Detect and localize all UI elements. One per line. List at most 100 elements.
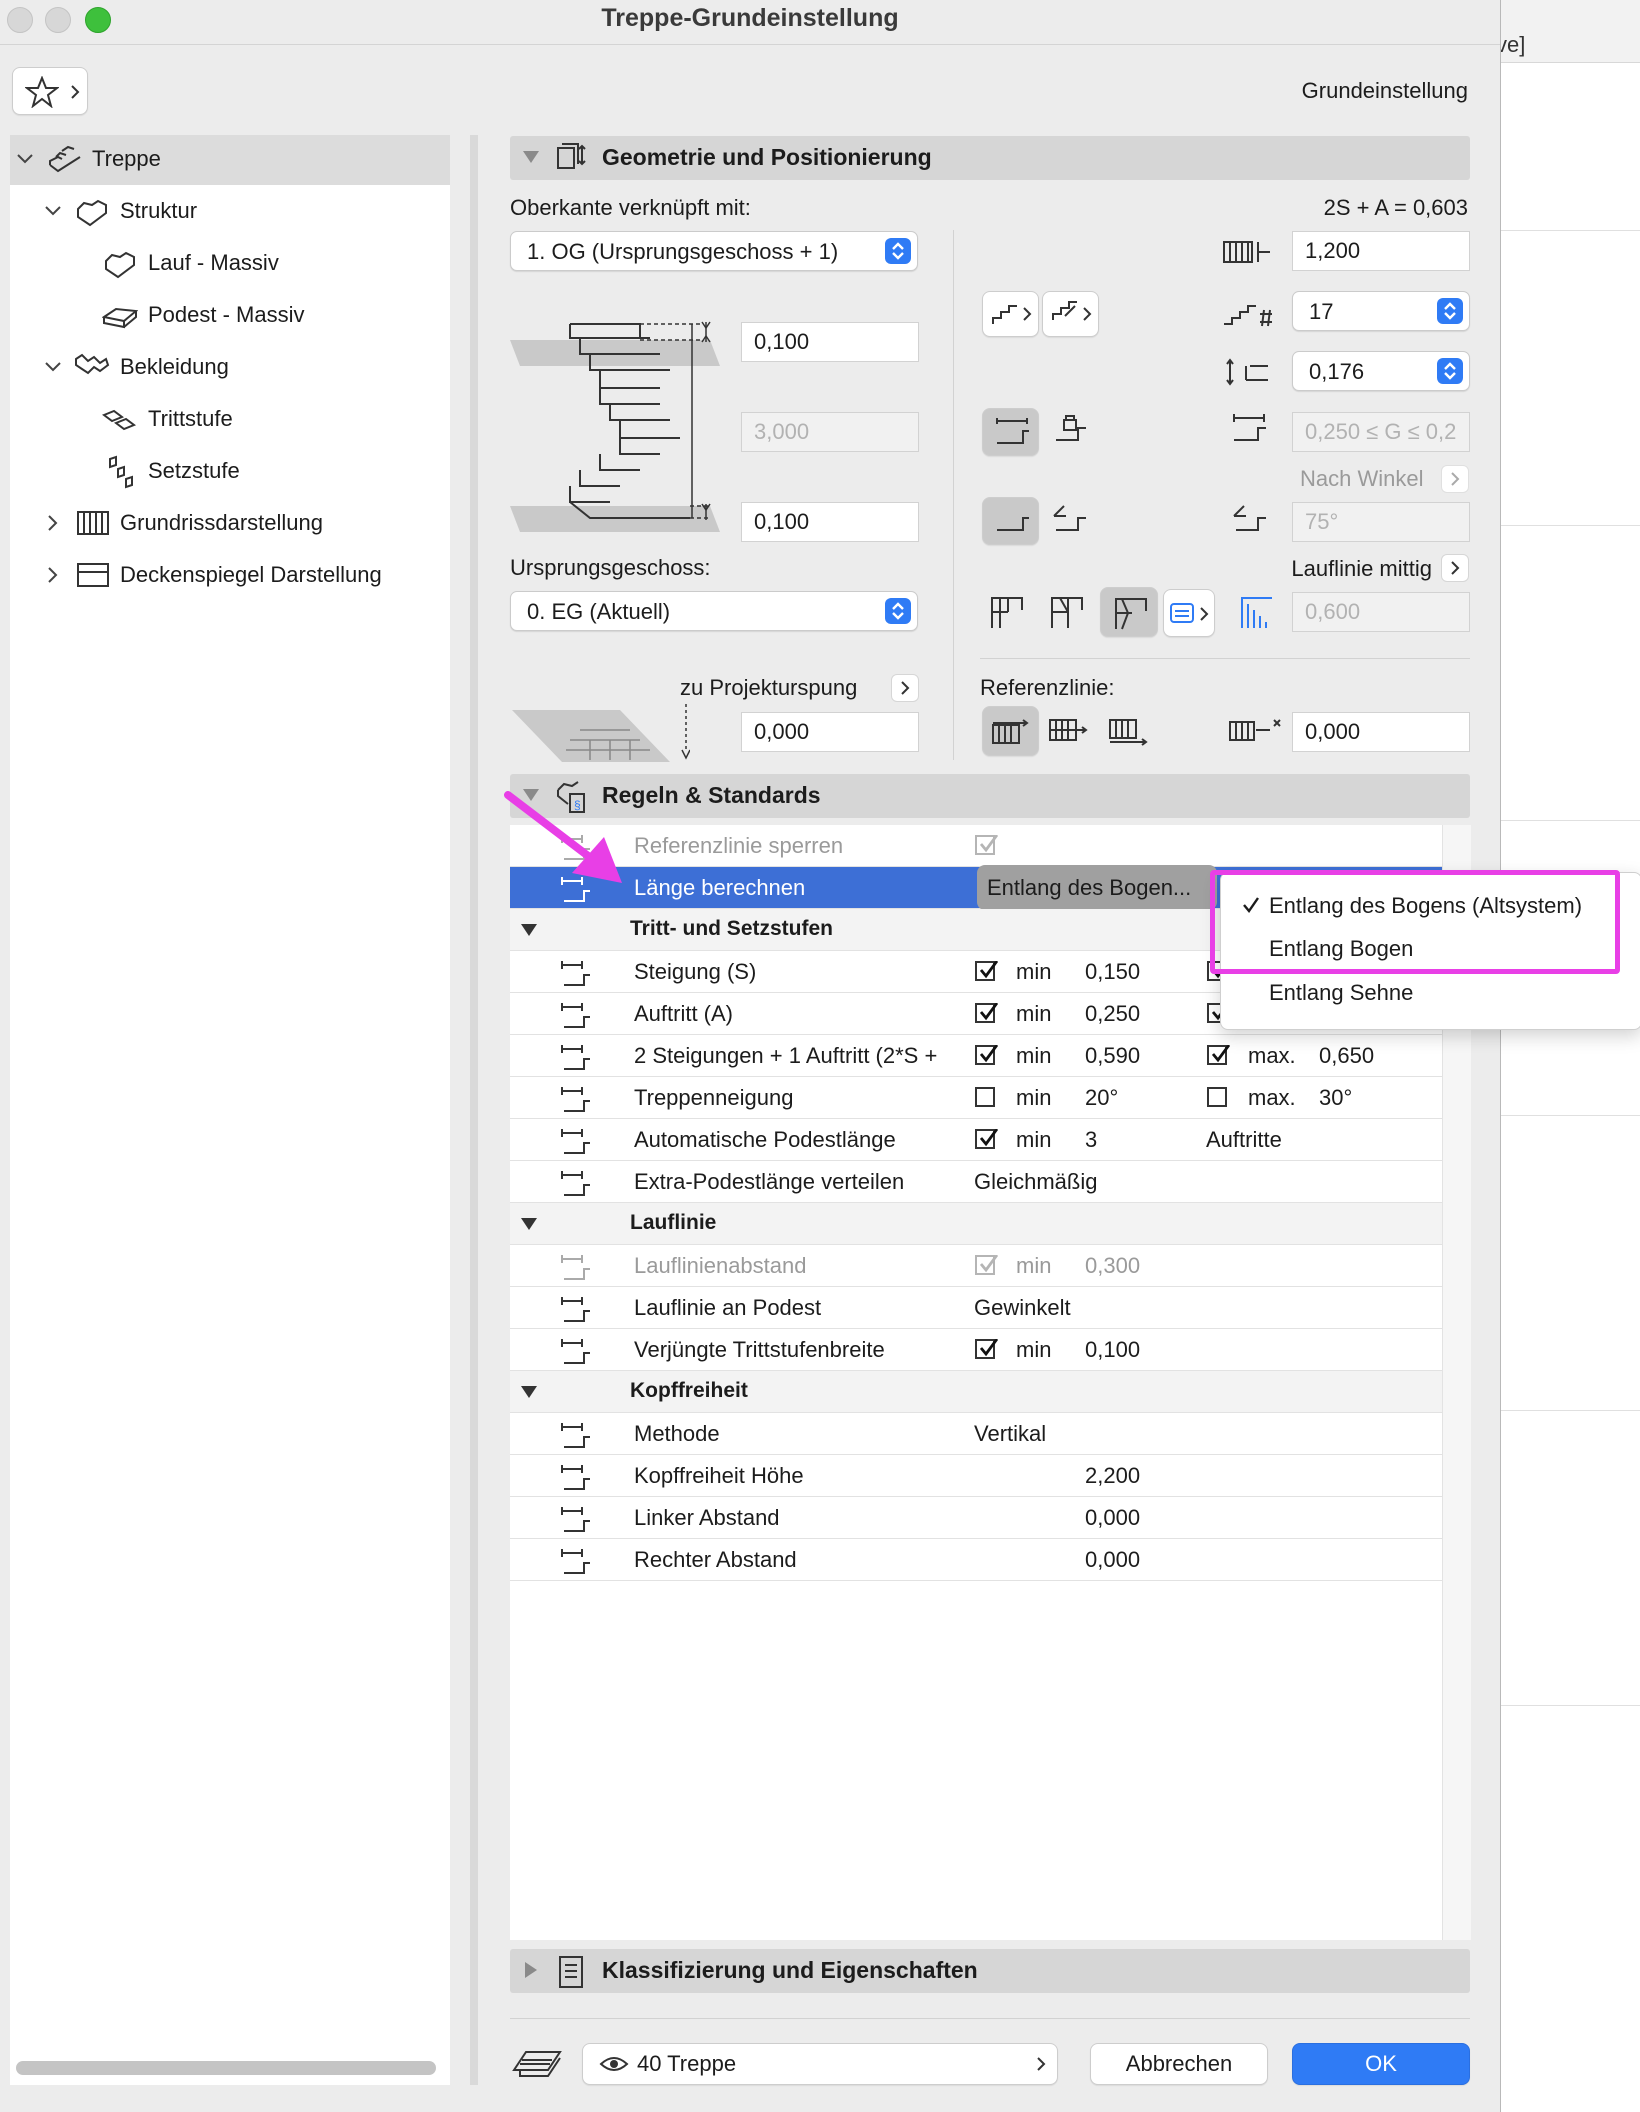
table-group-row[interactable]: Lauflinie: [510, 1203, 1442, 1245]
min-label: min: [1016, 1001, 1052, 1026]
max-value[interactable]: 30°: [1319, 1085, 1352, 1111]
pitch-mode-button-active[interactable]: [982, 497, 1039, 545]
rule-value[interactable]: Vertikal: [974, 1421, 1046, 1447]
disclosure-down-icon[interactable]: [520, 1385, 538, 1399]
rule-value[interactable]: Gewinkelt: [974, 1295, 1071, 1321]
table-row[interactable]: Lauflinienabstand min 0,300: [510, 1245, 1442, 1287]
tree-item-lauf-massiv[interactable]: Lauf - Massiv: [10, 239, 450, 289]
favorites-button[interactable]: [12, 67, 88, 115]
ok-button[interactable]: OK: [1292, 2043, 1470, 2085]
reference-right-icon[interactable]: [1108, 716, 1152, 746]
rule-checkbox[interactable]: [975, 835, 998, 855]
horizontal-scrollbar[interactable]: [16, 2061, 436, 2075]
reference-left-icon: [992, 719, 1029, 744]
rule-checkbox[interactable]: [975, 1045, 998, 1065]
section-geometry-header[interactable]: Geometrie und Positionierung: [510, 136, 1470, 180]
rule-checkbox[interactable]: [975, 1255, 998, 1275]
table-row[interactable]: 2 Steigungen + 1 Auftritt (2*S + min 0,590…: [510, 1035, 1442, 1077]
table-row[interactable]: Treppenneigung min 20° max. 30°: [510, 1077, 1442, 1119]
reference-center-icon[interactable]: [1048, 716, 1092, 744]
length-method-popup[interactable]: Entlang des Bogen...: [977, 865, 1217, 910]
min-value[interactable]: 0,000: [1085, 1505, 1140, 1531]
table-row[interactable]: Referenzlinie sperren: [510, 825, 1442, 867]
min-value[interactable]: 20°: [1085, 1085, 1118, 1111]
tree-item-deckenspiegel[interactable]: Deckenspiegel Darstellung: [10, 551, 450, 601]
walkline-left-icon[interactable]: [986, 592, 1026, 632]
min-value[interactable]: 0,250: [1085, 1001, 1140, 1027]
min-value[interactable]: 0,590: [1085, 1043, 1140, 1069]
risers-stepper[interactable]: 17: [1292, 291, 1470, 331]
table-row[interactable]: Verjüngte Trittstufenbreite min 0,100: [510, 1329, 1442, 1371]
rule-checkbox[interactable]: [975, 1339, 998, 1359]
min-value[interactable]: 0,300: [1085, 1253, 1140, 1279]
tree-item-grundrissdarstellung[interactable]: Grundrissdarstellung: [10, 499, 450, 549]
angle-icon[interactable]: [1050, 500, 1090, 540]
min-value[interactable]: 0,150: [1085, 959, 1140, 985]
tree-item-bekleidung[interactable]: Bekleidung: [10, 343, 450, 393]
rule-name: Extra-Podestlänge verteilen: [634, 1169, 905, 1194]
tree-item-struktur[interactable]: Struktur: [10, 187, 450, 237]
walkline-chevron-button[interactable]: [1441, 554, 1469, 582]
rule-checkbox[interactable]: [1207, 1087, 1227, 1107]
table-row[interactable]: Rechter Abstand 0,000: [510, 1539, 1442, 1581]
table-row[interactable]: Methode Vertikal: [510, 1413, 1442, 1455]
angle-field[interactable]: 75°: [1292, 502, 1470, 542]
table-row[interactable]: Automatische Podestlänge min 3 Auftritte: [510, 1119, 1442, 1161]
rule-checkbox[interactable]: [975, 1129, 998, 1149]
top-offset-field[interactable]: 0,100: [741, 322, 919, 362]
table-row[interactable]: Linker Abstand 0,000: [510, 1497, 1442, 1539]
section-classification-header[interactable]: Klassifizierung und Eigenschaften: [510, 1949, 1470, 1993]
tread-mode-button-active[interactable]: [982, 408, 1039, 456]
settings-tree: Treppe Struktur Lauf - Massiv Podest - M…: [10, 135, 450, 2085]
menu-item-entlang-sehne[interactable]: Entlang Sehne: [1269, 980, 1413, 1006]
table-row[interactable]: Lauflinie an Podest Gewinkelt: [510, 1287, 1442, 1329]
cancel-button[interactable]: Abbrechen: [1090, 2043, 1268, 2085]
tree-item-podest-massiv[interactable]: Podest - Massiv: [10, 291, 450, 341]
walkline-offset-field[interactable]: 0,600: [1292, 592, 1470, 632]
disclosure-down-icon[interactable]: [520, 923, 538, 937]
reference-left-button-active[interactable]: [982, 706, 1039, 756]
stair-type-a-button[interactable]: [982, 291, 1039, 337]
walkline-display-button[interactable]: [1163, 589, 1215, 637]
home-story-select[interactable]: 0. EG (Aktuell): [510, 591, 918, 631]
min-value[interactable]: 2,200: [1085, 1463, 1140, 1489]
section-title: Klassifizierung und Eigenschaften: [602, 1957, 978, 1983]
chevron-right-icon: [1451, 472, 1460, 486]
top-linked-select[interactable]: 1. OG (Ursprungsgeschoss + 1): [510, 231, 918, 271]
table-row[interactable]: Kopffreiheit Höhe 2,200: [510, 1455, 1442, 1497]
rule-checkbox[interactable]: [1207, 1045, 1230, 1065]
rule-checkbox[interactable]: [975, 961, 998, 981]
stair-type-b-button[interactable]: [1042, 291, 1099, 337]
max-value[interactable]: 0,650: [1319, 1043, 1374, 1069]
floorplan-icon: [77, 511, 109, 535]
walkline-mode-button-active[interactable]: [1100, 587, 1158, 637]
section-rules-header[interactable]: § Regeln & Standards: [510, 774, 1470, 818]
project-origin-field[interactable]: 0,000: [741, 712, 919, 752]
disclosure-down-icon[interactable]: [520, 1217, 538, 1231]
rule-checkbox[interactable]: [975, 1003, 998, 1023]
stair-width-field[interactable]: 1,200: [1292, 231, 1470, 271]
tree-item-setzstufe[interactable]: Setzstufe: [10, 447, 450, 497]
table-group-row[interactable]: Kopffreiheit: [510, 1371, 1442, 1413]
min-value[interactable]: 3: [1085, 1127, 1097, 1153]
height-field[interactable]: 3,000: [741, 412, 919, 452]
min-value[interactable]: 0,100: [1085, 1337, 1140, 1363]
walkline-center-icon[interactable]: [1046, 592, 1086, 632]
table-row[interactable]: Extra-Podestlänge verteilen Gleichmäßig: [510, 1161, 1442, 1203]
rule-checkbox[interactable]: [975, 1087, 995, 1107]
checkmark-icon: [979, 1129, 998, 1147]
splitter[interactable]: [470, 135, 478, 2085]
list-icon: [1170, 603, 1194, 623]
min-value[interactable]: 0,000: [1085, 1547, 1140, 1573]
bottom-offset-field[interactable]: 0,100: [741, 502, 919, 542]
tread-lock-icon[interactable]: [1050, 410, 1090, 450]
project-origin-chevron-button[interactable]: [891, 674, 919, 702]
tread-range-field[interactable]: 0,250 ≤ G ≤ 0,2: [1292, 412, 1470, 452]
riser-height-stepper[interactable]: 0,176: [1292, 351, 1470, 391]
tree-item-trittstufe[interactable]: Trittstufe: [10, 395, 450, 445]
tree-item-treppe[interactable]: Treppe: [10, 135, 450, 185]
angle-mode-chevron-button[interactable]: [1441, 465, 1469, 493]
layer-select[interactable]: 40 Treppe: [582, 2043, 1058, 2085]
rule-value[interactable]: Gleichmäßig: [974, 1169, 1097, 1195]
reference-offset-field[interactable]: 0,000: [1292, 712, 1470, 752]
